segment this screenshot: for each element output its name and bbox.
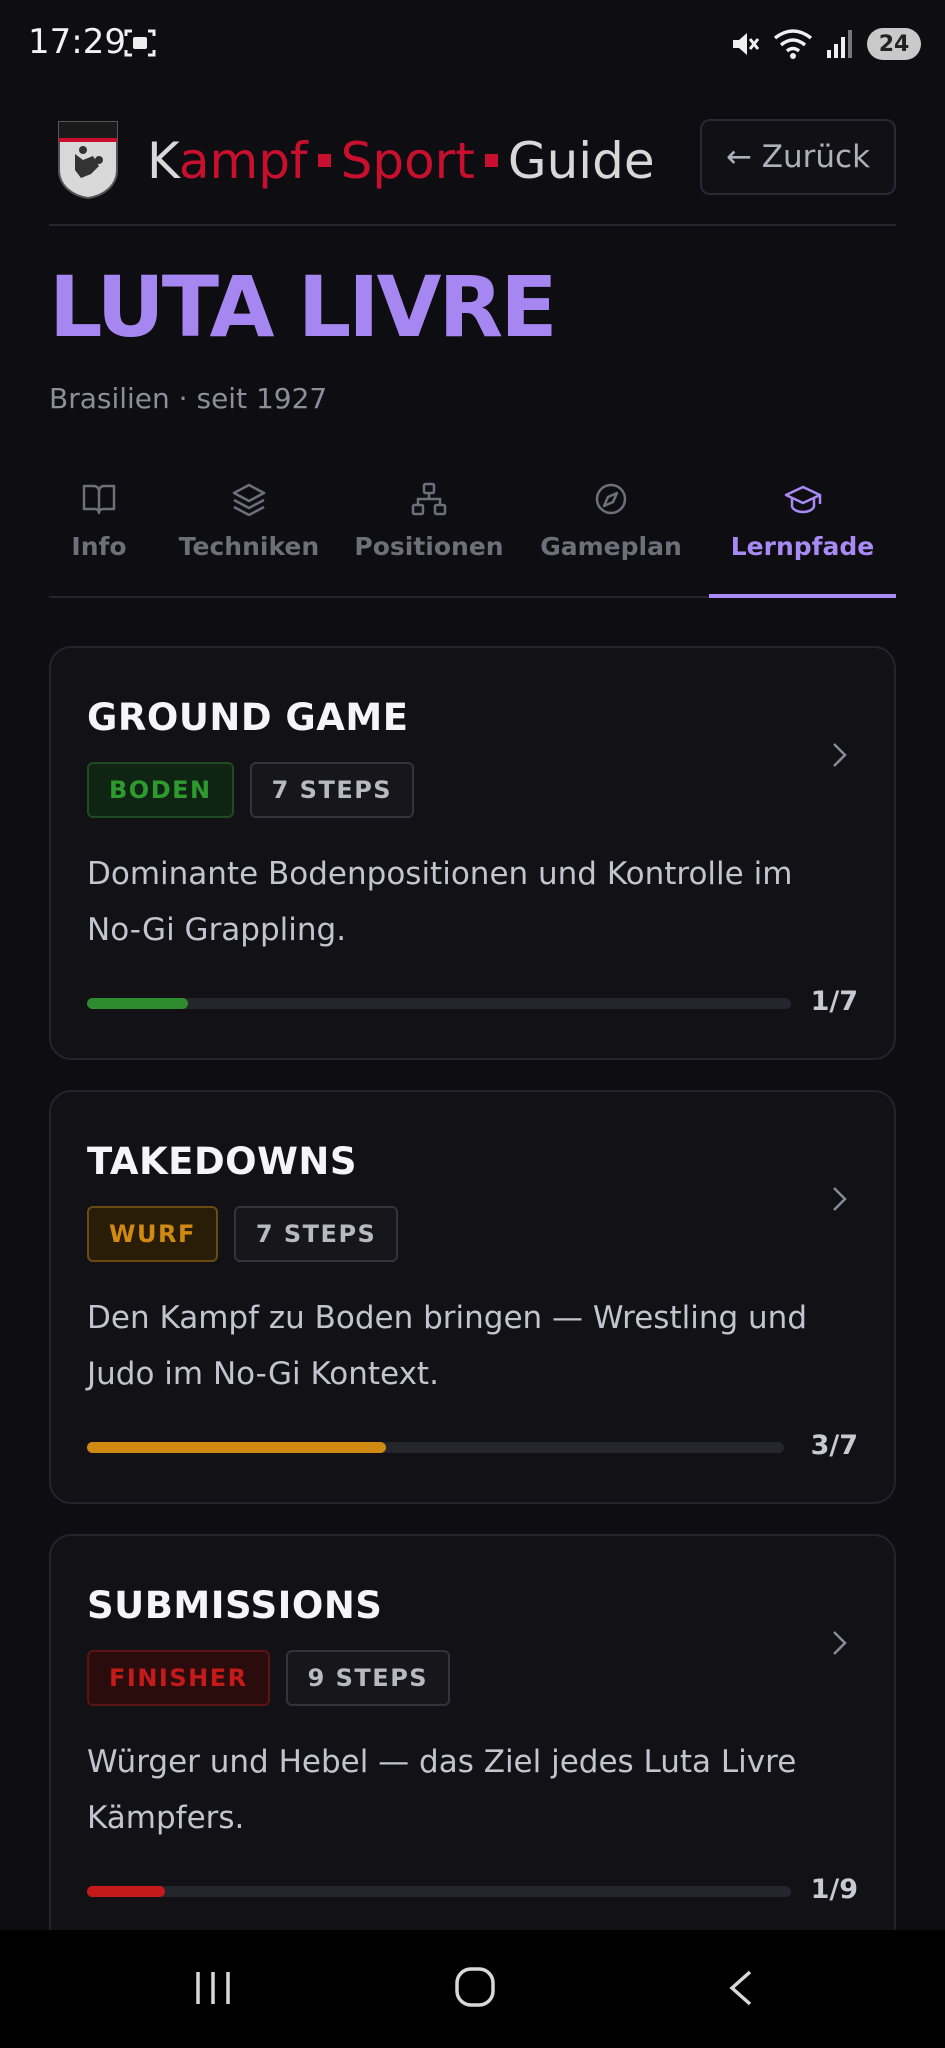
card-title: SUBMISSIONS bbox=[87, 1584, 383, 1627]
back-button[interactable]: ← Zurück bbox=[700, 119, 896, 195]
progress-label: 3/7 bbox=[810, 1430, 858, 1461]
graduation-cap-icon bbox=[784, 485, 821, 514]
card-description: Den Kampf zu Boden bringen — Wrestling u… bbox=[87, 1300, 807, 1392]
status-icons: 24 bbox=[729, 24, 921, 64]
progress-fill bbox=[87, 998, 188, 1009]
chevron-right-icon bbox=[833, 743, 847, 767]
chevron-right-icon bbox=[833, 1187, 847, 1211]
progress-fill bbox=[87, 1886, 166, 1897]
mute-icon bbox=[733, 33, 760, 55]
app-header: Kampf Sport Guide ← Zurück bbox=[49, 112, 896, 226]
brand-title: Kampf Sport Guide bbox=[147, 132, 655, 190]
category-badge: FINISHER bbox=[87, 1650, 270, 1706]
club-logo[interactable] bbox=[57, 120, 119, 200]
steps-badge: 7 STEPS bbox=[233, 1206, 399, 1262]
category-badge: WURF bbox=[87, 1206, 218, 1262]
tab-lernpfade[interactable]: Lernpfade bbox=[709, 470, 896, 596]
tab-info-label: Info bbox=[71, 532, 127, 561]
tab-lernpfade-label: Lernpfade bbox=[730, 532, 875, 561]
tab-gameplan-label: Gameplan bbox=[540, 532, 682, 561]
back-nav-icon[interactable] bbox=[724, 1968, 760, 2008]
system-navigation-bar bbox=[0, 1930, 945, 2048]
status-bar: 17:29 24 bbox=[0, 0, 945, 90]
tab-techniken-label: Techniken bbox=[178, 532, 320, 561]
recent-apps-icon[interactable] bbox=[192, 1968, 234, 2008]
tab-bar: Info Techniken Positionen Gameplan Lernp… bbox=[49, 470, 896, 598]
card-description: Würger und Hebel — das Ziel jedes Luta L… bbox=[87, 1744, 797, 1836]
card-title: GROUND GAME bbox=[87, 696, 409, 739]
steps-badge: 9 STEPS bbox=[285, 1650, 451, 1706]
progress-fill bbox=[87, 1442, 386, 1453]
active-tab-indicator bbox=[709, 594, 896, 598]
tab-gameplan[interactable]: Gameplan bbox=[531, 470, 691, 596]
tab-positionen[interactable]: Positionen bbox=[349, 470, 509, 596]
card-description: Dominante Bodenpositionen und Kontrolle … bbox=[87, 856, 793, 948]
wifi-icon bbox=[773, 29, 813, 59]
battery-icon: 24 bbox=[867, 28, 921, 60]
home-icon[interactable] bbox=[454, 1966, 496, 2008]
progress-bar bbox=[87, 998, 791, 1009]
book-icon bbox=[82, 484, 116, 515]
hierarchy-icon bbox=[411, 482, 447, 516]
learning-path-card[interactable]: TAKEDOWNS WURF 7 STEPS Den Kampf zu Bode… bbox=[49, 1090, 896, 1504]
chevron-right-icon bbox=[833, 1631, 847, 1655]
layers-icon bbox=[232, 483, 266, 516]
page-title: LUTA LIVRE bbox=[49, 258, 558, 356]
progress-bar bbox=[87, 1886, 791, 1897]
category-badge: BODEN bbox=[87, 762, 234, 818]
brand-ampf: ampf bbox=[178, 132, 308, 190]
brand-sport: Sport bbox=[340, 132, 475, 190]
screenshot-icon bbox=[124, 29, 156, 57]
tab-techniken[interactable]: Techniken bbox=[169, 470, 329, 596]
progress-label: 1/7 bbox=[810, 986, 858, 1017]
card-title: TAKEDOWNS bbox=[87, 1140, 358, 1183]
brand-k: K bbox=[147, 132, 179, 190]
learning-path-card[interactable]: GROUND GAME BODEN 7 STEPS Dominante Bode… bbox=[49, 646, 896, 1060]
steps-badge: 7 STEPS bbox=[249, 762, 415, 818]
status-time: 17:29 bbox=[28, 22, 126, 62]
signal-icon bbox=[827, 30, 852, 58]
compass-icon bbox=[595, 483, 627, 515]
tab-info[interactable]: Info bbox=[49, 470, 149, 596]
page-subtitle: Brasilien · seit 1927 bbox=[49, 382, 328, 415]
tab-positionen-label: Positionen bbox=[354, 532, 504, 561]
progress-bar bbox=[87, 1442, 784, 1453]
progress-label: 1/9 bbox=[810, 1874, 858, 1905]
learning-path-card[interactable]: SUBMISSIONS FINISHER 9 STEPS Würger und … bbox=[49, 1534, 896, 1948]
brand-guide: Guide bbox=[507, 132, 655, 190]
